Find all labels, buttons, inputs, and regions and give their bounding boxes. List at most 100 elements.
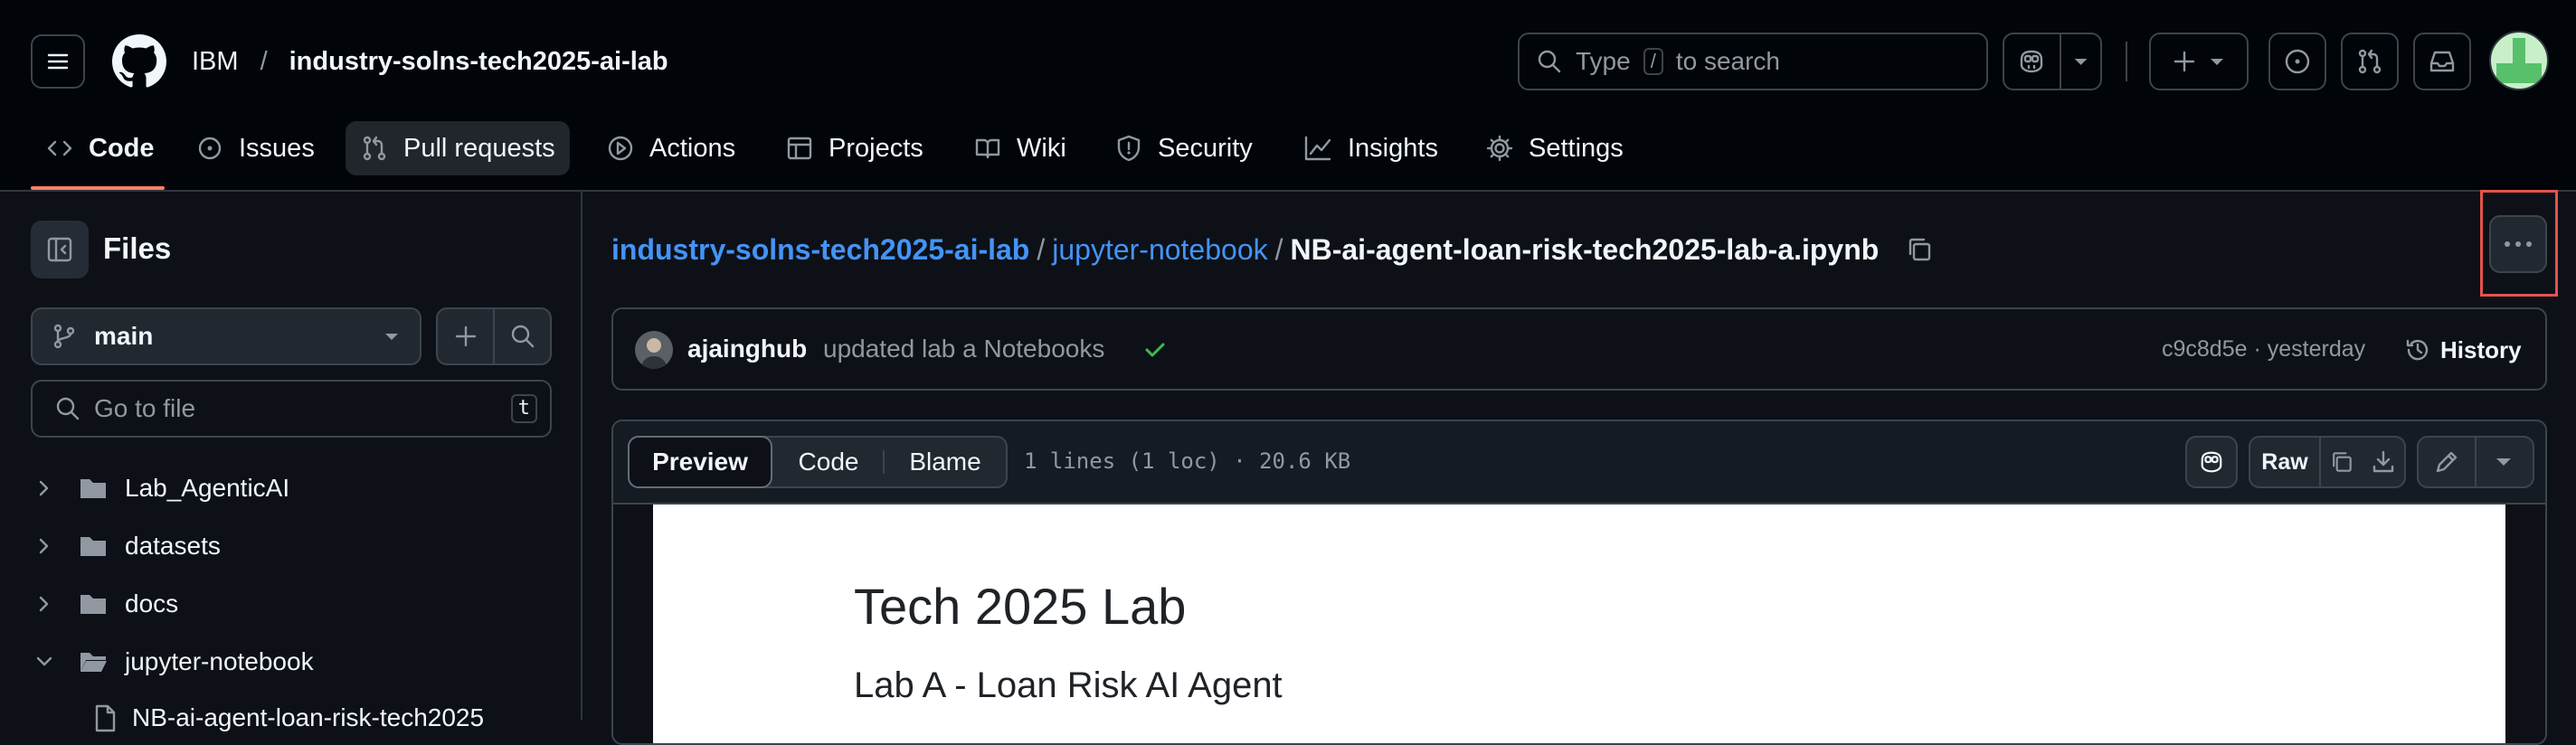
chevron-down-icon xyxy=(36,656,52,666)
github-logo[interactable] xyxy=(112,34,166,89)
tab-actions[interactable]: Actions xyxy=(592,121,750,175)
tree-item-lab-agenticai[interactable]: Lab_AgenticAI xyxy=(31,465,289,512)
chevron-right-icon xyxy=(39,538,49,554)
copy-path-icon[interactable] xyxy=(1904,234,1935,265)
commit-author[interactable]: ajainghub xyxy=(687,335,807,363)
tree-item-datasets[interactable]: datasets xyxy=(31,523,221,570)
chevron-right-icon xyxy=(39,480,49,496)
play-icon xyxy=(608,136,633,161)
person-icon xyxy=(640,338,668,369)
tree-item-label: jupyter-notebook xyxy=(125,647,314,675)
copy-raw-button[interactable] xyxy=(2321,438,2363,486)
add-file-button[interactable] xyxy=(436,307,552,365)
code-icon xyxy=(47,140,72,156)
active-tab-underline xyxy=(31,186,165,190)
search-type-label: Type xyxy=(1576,47,1631,75)
search-shortcut-key: / xyxy=(1643,48,1663,75)
header-divider xyxy=(2126,42,2127,81)
git-branch-icon xyxy=(53,324,75,349)
code-view-label: Code xyxy=(798,448,859,476)
tab-pull-requests[interactable]: Pull requests xyxy=(346,121,570,175)
go-to-file-placeholder: Go to file xyxy=(94,394,196,422)
tab-label: Actions xyxy=(649,133,736,163)
owner-repo-separator: / xyxy=(260,46,268,76)
tab-wiki[interactable]: Wiki xyxy=(959,121,1081,175)
search-input[interactable]: Type / to search xyxy=(1518,33,1988,90)
chevron-right-icon xyxy=(39,596,49,612)
tab-code[interactable]: Code xyxy=(31,121,169,175)
collapse-sidebar-button[interactable] xyxy=(31,221,89,278)
kebab-horizontal-icon xyxy=(2505,241,2532,247)
pull-requests-button[interactable] xyxy=(2341,33,2399,90)
blame-tab[interactable]: Blame xyxy=(885,438,1006,486)
tab-label: Code xyxy=(89,133,155,163)
tree-item-docs[interactable]: docs xyxy=(31,580,178,627)
copilot-icon xyxy=(2021,50,2043,73)
search-icon xyxy=(1538,50,1561,73)
tab-settings[interactable]: Settings xyxy=(1471,121,1638,175)
tab-insights[interactable]: Insights xyxy=(1288,121,1453,175)
chevron-down-icon xyxy=(385,334,398,340)
global-header: IBM / industry-solns-tech2025-ai-lab Typ… xyxy=(0,0,2576,192)
tree-item-jupyter-notebook[interactable]: jupyter-notebook xyxy=(31,638,314,685)
tab-projects[interactable]: Projects xyxy=(771,121,938,175)
download-icon xyxy=(2372,450,2394,473)
pencil-icon xyxy=(2436,451,2458,473)
tab-label: Projects xyxy=(829,133,923,163)
tab-security[interactable]: Security xyxy=(1100,121,1267,175)
search-icon xyxy=(56,397,80,420)
code-view-tab[interactable]: Code xyxy=(774,438,883,486)
more-options-button[interactable] xyxy=(2489,215,2547,273)
tab-label: Issues xyxy=(239,133,315,163)
shield-icon xyxy=(1117,135,1141,162)
tree-item-notebook-file[interactable]: NB-ai-agent-loan-risk-tech2025 xyxy=(92,694,484,741)
tab-label: Pull requests xyxy=(403,133,555,163)
search-to-search-label: to search xyxy=(1675,47,1780,75)
copilot-icon xyxy=(2201,451,2222,473)
preview-tab[interactable]: Preview xyxy=(628,436,772,488)
commit-sha-time[interactable]: c9c8d5e · yesterday xyxy=(2162,336,2365,363)
issues-button[interactable] xyxy=(2268,33,2326,90)
latest-commit-bar: ajainghub updated lab a Notebooks c9c8d5… xyxy=(611,307,2547,391)
menu-button[interactable] xyxy=(31,34,85,89)
go-to-file-input[interactable]: Go to file t xyxy=(31,380,552,438)
author-avatar[interactable] xyxy=(635,331,673,369)
raw-label: Raw xyxy=(2261,448,2308,475)
history-button[interactable]: History xyxy=(2404,331,2522,369)
breadcrumb-file-name: NB-ai-agent-loan-risk-tech2025-lab-a.ipy… xyxy=(1290,232,1880,266)
edit-split-button[interactable] xyxy=(2417,436,2534,488)
repo-link[interactable]: industry-solns-tech2025-ai-lab xyxy=(289,47,668,77)
gear-icon xyxy=(1486,135,1513,162)
create-new-button[interactable] xyxy=(2149,33,2249,90)
sidebar-title: Files xyxy=(103,231,172,265)
tab-label: Wiki xyxy=(1017,133,1066,163)
branch-selector[interactable]: main xyxy=(31,307,421,365)
download-raw-button[interactable] xyxy=(2363,438,2404,486)
search-files-button[interactable] xyxy=(495,309,550,363)
folder-icon xyxy=(80,595,106,614)
tree-item-label: datasets xyxy=(125,532,221,560)
raw-button[interactable]: Raw xyxy=(2250,438,2321,486)
graph-icon xyxy=(1304,136,1331,161)
user-avatar[interactable] xyxy=(2489,31,2549,90)
breadcrumb-folder-link[interactable]: jupyter-notebook xyxy=(1052,233,1267,267)
breadcrumb-separator: / xyxy=(1037,232,1046,266)
copilot-ask-button[interactable] xyxy=(2185,436,2238,488)
history-label: History xyxy=(2440,335,2522,363)
tab-label: Settings xyxy=(1529,133,1624,163)
owner-link[interactable]: IBM xyxy=(192,47,239,77)
notebook-title: Tech 2025 Lab xyxy=(854,578,1187,635)
commit-message[interactable]: updated lab a Notebooks xyxy=(823,335,1104,363)
breadcrumb-repo-link[interactable]: industry-solns-tech2025-ai-lab xyxy=(611,233,1029,267)
copilot-button[interactable] xyxy=(2003,33,2102,90)
table-icon xyxy=(787,137,812,160)
tree-item-label: docs xyxy=(125,589,179,618)
book-icon xyxy=(975,138,1000,159)
inbox-button[interactable] xyxy=(2413,33,2471,90)
blame-label: Blame xyxy=(909,448,981,476)
tab-issues[interactable]: Issues xyxy=(181,121,329,175)
search-icon xyxy=(511,325,534,348)
branch-name: main xyxy=(94,322,154,350)
preview-label: Preview xyxy=(652,448,748,476)
folder-icon xyxy=(80,537,106,556)
